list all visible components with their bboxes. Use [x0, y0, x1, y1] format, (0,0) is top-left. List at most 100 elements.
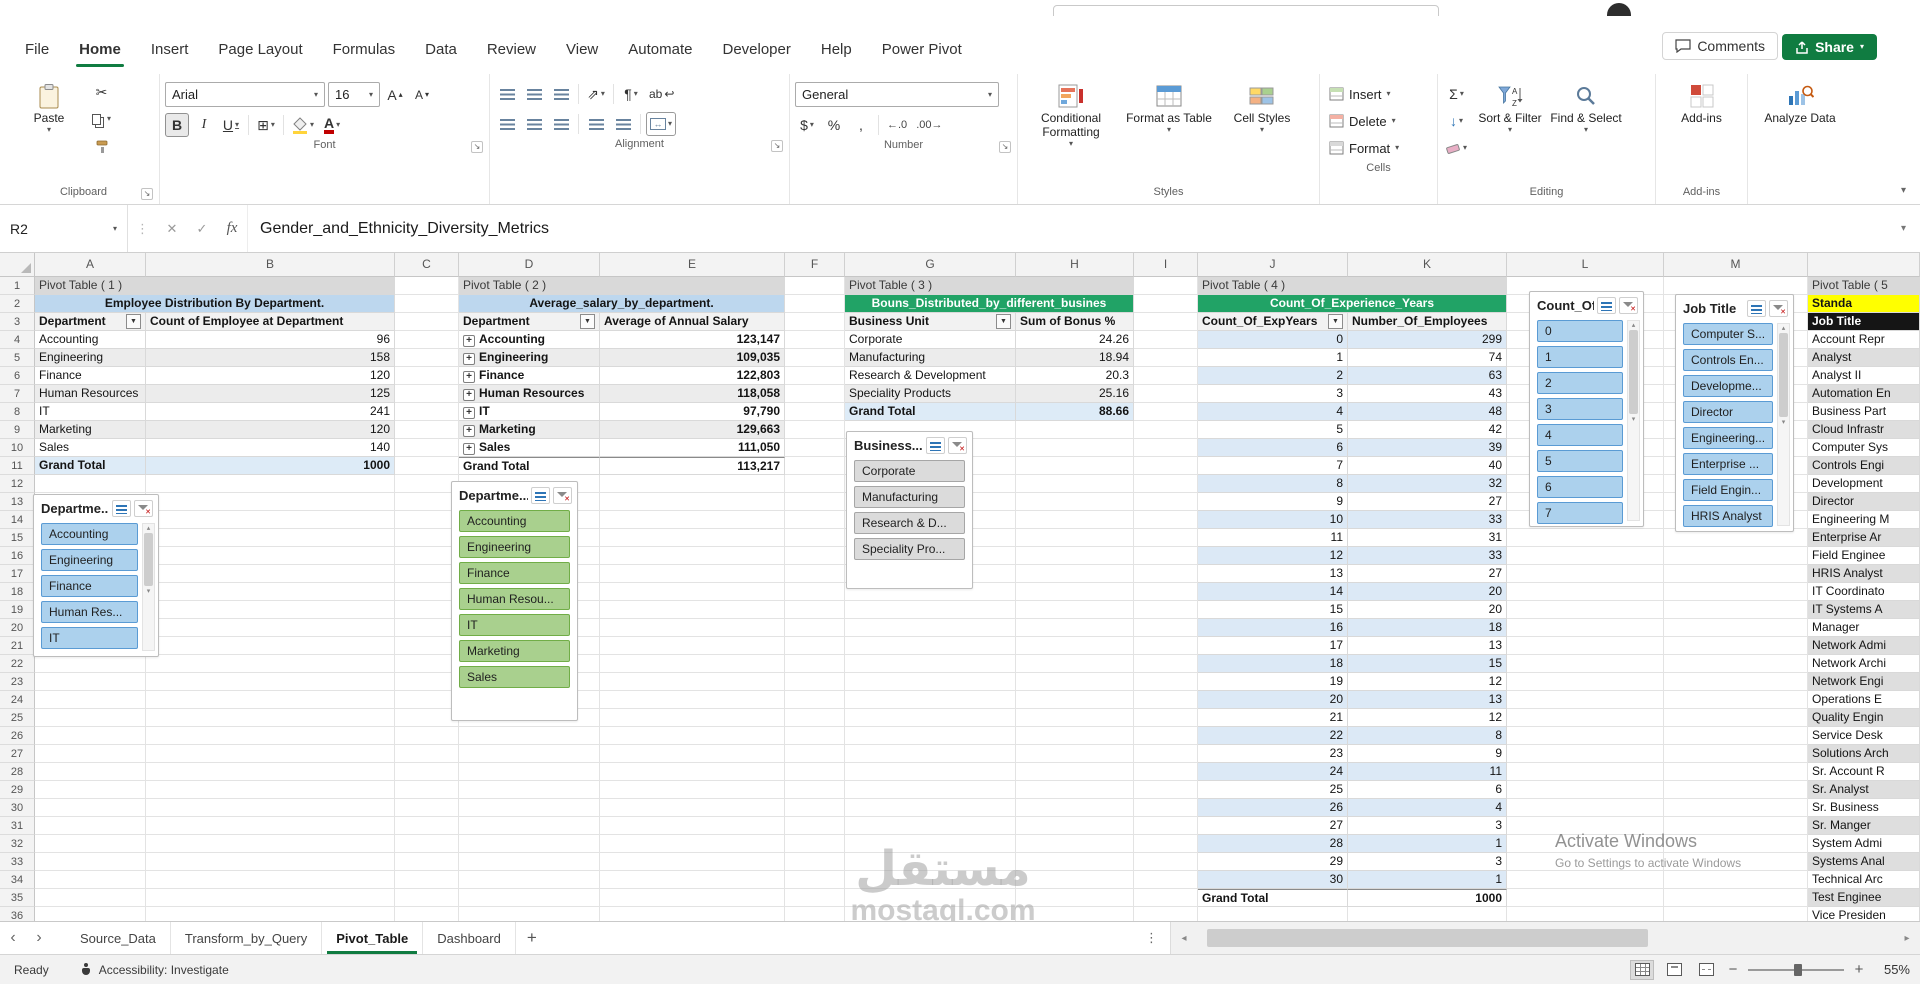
slicer-item[interactable]: Corporate	[854, 460, 965, 482]
slicer-item[interactable]: Director	[1683, 401, 1773, 423]
row-header-5[interactable]: 5	[0, 349, 35, 367]
percent-style-button[interactable]: %	[822, 113, 846, 137]
job-title-cell[interactable]: Network Admi	[1808, 637, 1920, 655]
pivot-row-value[interactable]: 33	[1348, 547, 1507, 565]
pivot-grand-total-label[interactable]: Grand Total	[459, 457, 600, 475]
sort-filter-button[interactable]: AZ Sort & Filter	[1474, 76, 1546, 135]
row-header-24[interactable]: 24	[0, 691, 35, 709]
select-all-corner[interactable]	[0, 253, 35, 277]
pivot-value-header[interactable]: Number_Of_Employees	[1348, 313, 1507, 331]
pivot-row-value[interactable]: 20	[1348, 601, 1507, 619]
pivot-row-value[interactable]: 39	[1348, 439, 1507, 457]
scrollbar-thumb[interactable]	[1207, 929, 1648, 947]
job-title-cell[interactable]: IT Systems A	[1808, 601, 1920, 619]
filter-dropdown-icon[interactable]: ▼	[126, 314, 141, 329]
pivot-row-value[interactable]: 1	[1348, 835, 1507, 853]
pivot-row-value[interactable]: 111,050	[600, 439, 785, 457]
ribbon-tab-file[interactable]: File	[10, 32, 64, 70]
borders-button[interactable]: ⊞	[254, 113, 278, 137]
expand-collapse-icon[interactable]: +	[463, 443, 475, 455]
row-header-29[interactable]: 29	[0, 781, 35, 799]
pivot-name-cell[interactable]: Pivot Table ( 4 )	[1198, 277, 1507, 295]
pivot-row-value[interactable]: 40	[1348, 457, 1507, 475]
pivot-row-value[interactable]: 27	[1348, 565, 1507, 583]
job-title-cell[interactable]: Field Enginee	[1808, 547, 1920, 565]
row-header-36[interactable]: 36	[0, 907, 35, 921]
scroll-up-icon[interactable]: ▴	[1632, 321, 1636, 329]
column-header-last[interactable]	[1808, 253, 1920, 277]
conditional-formatting-button[interactable]: Conditional Formatting	[1023, 76, 1119, 149]
row-header-33[interactable]: 33	[0, 853, 35, 871]
filter-dropdown-icon[interactable]: ▼	[580, 314, 595, 329]
ribbon-tab-view[interactable]: View	[551, 32, 613, 70]
pivot-row-label[interactable]: 6	[1198, 439, 1348, 457]
autosum-button[interactable]: Σ	[1443, 82, 1471, 106]
copy-button[interactable]	[89, 107, 115, 131]
pivot-row-label[interactable]: + IT	[459, 403, 600, 421]
row-header-32[interactable]: 32	[0, 835, 35, 853]
clear-filter-icon[interactable]	[1769, 300, 1788, 317]
pivot-field-header[interactable]: Job Title	[1808, 313, 1920, 331]
row-header-16[interactable]: 16	[0, 547, 35, 565]
pivot-row-label[interactable]: Research & Development	[845, 367, 1016, 385]
row-header-19[interactable]: 19	[0, 601, 35, 619]
align-middle-button[interactable]	[522, 82, 546, 106]
pivot-grand-total-value[interactable]: 1000	[146, 457, 395, 475]
row-header-17[interactable]: 17	[0, 565, 35, 583]
pivot-row-value[interactable]: 25.16	[1016, 385, 1134, 403]
job-title-cell[interactable]: Automation En	[1808, 385, 1920, 403]
multi-select-icon[interactable]	[112, 500, 131, 517]
slicer-item[interactable]: 2	[1537, 372, 1623, 394]
multi-select-icon[interactable]	[1747, 300, 1766, 317]
clear-filter-icon[interactable]	[1619, 297, 1638, 314]
align-top-button[interactable]	[495, 82, 519, 106]
sheet-tab-transform-by-query[interactable]: Transform_by_Query	[171, 922, 323, 954]
pivot-row-label[interactable]: 24	[1198, 763, 1348, 781]
slicer-item[interactable]: 5	[1537, 450, 1623, 472]
clear-filter-icon[interactable]	[553, 487, 572, 504]
comma-style-button[interactable]: ,	[849, 113, 873, 137]
scroll-up-icon[interactable]: ▴	[1782, 324, 1786, 332]
pivot-row-label[interactable]: 28	[1198, 835, 1348, 853]
pivot-row-label[interactable]: 12	[1198, 547, 1348, 565]
align-right-button[interactable]	[549, 112, 573, 136]
fill-button[interactable]: ↓	[1443, 109, 1471, 133]
pivot-row-value[interactable]: 20.3	[1016, 367, 1134, 385]
expand-collapse-icon[interactable]: +	[463, 389, 475, 401]
pivot-row-label[interactable]: + Sales	[459, 439, 600, 457]
cut-button[interactable]: ✂	[89, 80, 115, 104]
view-page-layout-button[interactable]	[1662, 960, 1686, 980]
pivot-row-label[interactable]: 9	[1198, 493, 1348, 511]
job-title-cell[interactable]: Enterprise Ar	[1808, 529, 1920, 547]
pivot-field-header[interactable]: Business Unit ▼	[845, 313, 1016, 331]
slicer-scroll-thumb[interactable]	[1779, 333, 1788, 418]
comments-button[interactable]: Comments	[1662, 32, 1778, 60]
pivot-row-value[interactable]: 8	[1348, 727, 1507, 745]
clipboard-dialog-launcher[interactable]: ↘	[141, 188, 153, 200]
pivot-row-label[interactable]: 14	[1198, 583, 1348, 601]
format-cells-button[interactable]: Format	[1325, 136, 1432, 160]
scroll-up-icon[interactable]: ▴	[147, 524, 151, 532]
slicer-scrollbar[interactable]: ▴ ▾	[1627, 320, 1640, 521]
pivot-row-value[interactable]: 118,058	[600, 385, 785, 403]
enter-icon[interactable]	[187, 205, 217, 252]
job-title-cell[interactable]: Controls Engi	[1808, 457, 1920, 475]
paragraph-direction-button[interactable]: ¶	[619, 82, 643, 106]
row-header-35[interactable]: 35	[0, 889, 35, 907]
bold-button[interactable]: B	[165, 113, 189, 137]
pivot-row-label[interactable]: 21	[1198, 709, 1348, 727]
ribbon-tab-developer[interactable]: Developer	[707, 32, 805, 70]
column-header-K[interactable]: K	[1348, 253, 1507, 277]
clear-filter-icon[interactable]	[948, 437, 967, 454]
pivot-row-value[interactable]: 18.94	[1016, 349, 1134, 367]
collapse-ribbon-button[interactable]	[1901, 185, 1906, 196]
pivot-row-label[interactable]: 0	[1198, 331, 1348, 349]
column-header-J[interactable]: J	[1198, 253, 1348, 277]
pivot-row-label[interactable]: Sales	[35, 439, 146, 457]
align-left-button[interactable]	[495, 112, 519, 136]
insert-cells-button[interactable]: Insert	[1325, 82, 1432, 106]
formula-bar-handle[interactable]	[128, 205, 157, 252]
row-header-2[interactable]: 2	[0, 295, 35, 313]
merge-center-button[interactable]	[646, 112, 677, 136]
pivot-row-value[interactable]: 63	[1348, 367, 1507, 385]
